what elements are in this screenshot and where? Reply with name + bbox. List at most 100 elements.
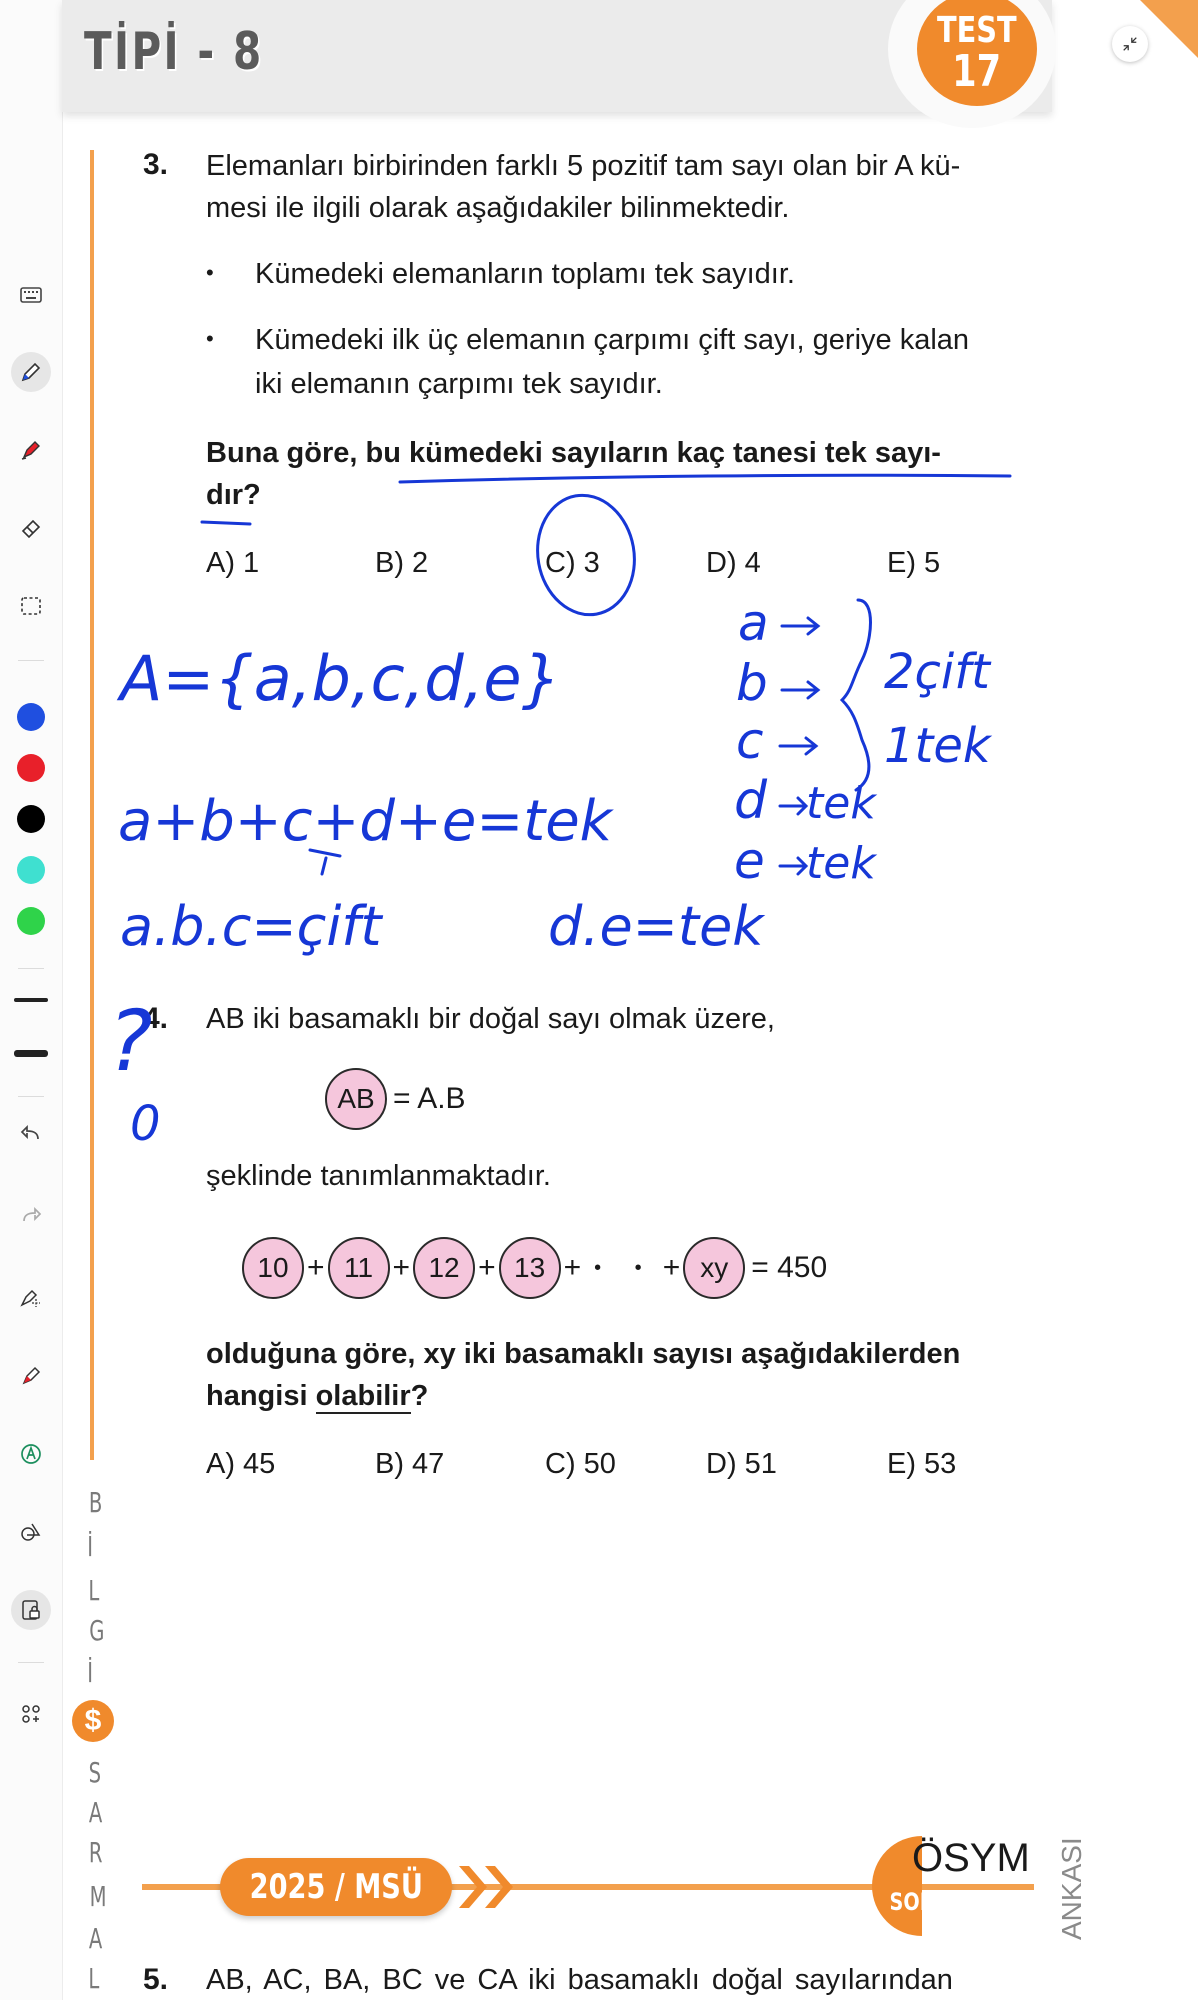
q5-line1: AB, AC, BA, BC ve CA iki basamaklı doğal… [206, 1964, 953, 1996]
ink-set: A={a,b,c,d,e} [116, 642, 561, 715]
ink-letter-b: b [736, 654, 768, 712]
q4-prompt1: olduğuna göre, xy iki basamaklı sayısı a… [206, 1338, 961, 1370]
seq-plus: + [478, 1251, 496, 1284]
side-char: B [88, 1486, 103, 1519]
margin-rule [90, 150, 94, 1460]
q4-prompt2-a: hangisi [206, 1380, 316, 1412]
bullet-dot: • [206, 326, 214, 351]
thin-stroke-option[interactable] [14, 998, 48, 1002]
side-char: İ [87, 1656, 94, 1689]
seq-dots: • • [594, 1256, 656, 1279]
seq-term-12: 12 [413, 1237, 476, 1299]
undo-icon[interactable] [11, 1114, 51, 1154]
osym-sub-label: SORDU [889, 1888, 967, 1916]
q4-option-a[interactable]: A) 45 [206, 1448, 275, 1481]
q4-line2: şeklinde tanımlanmaktadır. [206, 1160, 551, 1192]
shapes-icon[interactable] [11, 1512, 51, 1552]
color-blue-swatch[interactable] [17, 703, 45, 731]
side-char: L [88, 1574, 100, 1607]
q4-definition: AB = A.B [325, 1068, 466, 1130]
collapse-button[interactable] [1112, 26, 1148, 62]
marker-icon[interactable] [11, 1356, 51, 1396]
seq-plus: + [563, 1251, 582, 1284]
q4-line1: AB iki basamaklı bir doğal sayı olmak üz… [206, 1003, 775, 1035]
ink-underline [398, 473, 1012, 484]
year-text: 2025 / MSÜ [249, 1867, 423, 1907]
q3-option-b[interactable]: B) 2 [375, 547, 428, 580]
ink-e-odd: tek [806, 838, 877, 889]
ink-sum: a+b+c+d+e=tek [118, 789, 615, 854]
ink-arrow-c [778, 736, 819, 756]
seq-plus: + [662, 1251, 681, 1284]
collapse-icon [1123, 37, 1137, 51]
side-char: A [88, 1922, 103, 1955]
q4-option-e[interactable]: E) 53 [887, 1448, 956, 1481]
ink-one-odd: 1tek [884, 718, 993, 774]
side-char: M [89, 1880, 107, 1913]
side-char: L [88, 1962, 100, 1995]
q3-line1: Elemanları birbirinden farklı 5 pozitif … [206, 150, 961, 182]
seq-plus: + [392, 1251, 411, 1284]
q3-line2: mesi ile ilgili olarak aşağıdakiler bili… [206, 192, 790, 224]
ink-brace [839, 598, 872, 792]
q4-option-d[interactable]: D) 51 [706, 1448, 777, 1481]
ink-underline-2 [200, 520, 252, 526]
side-bank-label: ANKASI [1056, 1837, 1087, 1940]
q3-bullet2b: iki elemanın çarpımı tek sayıdır. [255, 368, 663, 400]
ink-arrow-a [780, 616, 821, 636]
side-char: A [88, 1796, 103, 1829]
q4-option-b[interactable]: B) 47 [375, 1448, 444, 1481]
pen-icon[interactable] [11, 352, 51, 392]
color-red-swatch[interactable] [17, 754, 45, 782]
q4-def-circle: AB [325, 1068, 387, 1130]
q3-option-e[interactable]: E) 5 [887, 547, 940, 580]
lasso-icon[interactable] [11, 586, 51, 626]
badge-number: 17 [952, 46, 1002, 97]
q3-option-a[interactable]: A) 1 [206, 547, 259, 580]
ink-letter-a: a [738, 594, 769, 652]
ink-two-even: 2çift [884, 644, 992, 700]
seq-term-xy: xy [683, 1237, 746, 1299]
q4-prompt2: hangisi olabilir? [206, 1375, 428, 1417]
bullet-dot: • [206, 260, 214, 285]
seq-plus: + [307, 1251, 325, 1284]
color-black-swatch[interactable] [17, 805, 45, 833]
thick-stroke-option[interactable] [14, 1050, 48, 1057]
q5-number: 5. [143, 1963, 169, 1996]
lock-icon[interactable] [11, 1590, 51, 1630]
ink-letter-c: c [736, 712, 764, 770]
chevrons-icon [459, 1866, 513, 1908]
ink-arrow-d [778, 796, 809, 816]
eraser-icon[interactable] [11, 508, 51, 548]
q4-prompt2-underlined: olabilir [315, 1380, 411, 1414]
q3-bullet2a: Kümedeki ilk üç elemanın çarpımı çift sa… [255, 324, 970, 356]
ink-prod2: d.e=tek [548, 895, 766, 958]
more-icon[interactable] [11, 1694, 51, 1734]
q4-prompt2-c: ? [410, 1380, 429, 1412]
side-char: S [88, 1756, 102, 1789]
redo-icon[interactable] [11, 1196, 51, 1236]
q3-bullet1: Kümedeki elemanların toplamı tek sayıdır… [255, 258, 795, 290]
q3-option-d[interactable]: D) 4 [706, 547, 761, 580]
q4-option-c[interactable]: C) 50 [545, 1448, 616, 1481]
q3-option-c[interactable]: C) 3 [545, 547, 600, 580]
osym-label: ÖSYM [912, 1836, 1030, 1880]
text-icon[interactable] [11, 1434, 51, 1474]
side-char: İ [87, 1530, 94, 1563]
color-green-swatch[interactable] [17, 907, 45, 935]
ink-arrow-b [780, 680, 821, 700]
ink-arrow-e [778, 856, 809, 876]
keyboard-icon[interactable] [11, 275, 51, 315]
q4-def-rhs: = A.B [393, 1082, 466, 1115]
side-char: G [89, 1614, 105, 1647]
color-cyan-swatch[interactable] [17, 856, 45, 884]
q3-prompt2: dır? [206, 479, 261, 511]
highlighter-icon[interactable] [11, 430, 51, 470]
page-title: TİPİ - 8 [84, 22, 264, 82]
seq-term-10: 10 [242, 1237, 304, 1299]
seq-result: = 450 [751, 1251, 828, 1284]
shape-pen-icon[interactable] [11, 1278, 51, 1318]
annotation-toolbar [0, 0, 63, 2000]
badge-word: TEST [937, 10, 1017, 51]
q4-number: 4. [143, 1002, 169, 1035]
